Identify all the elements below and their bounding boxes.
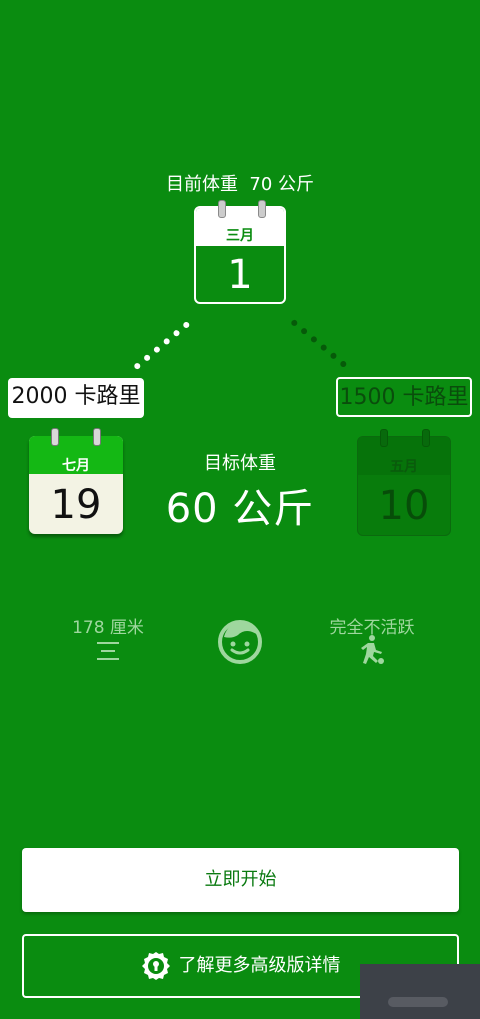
start-now-button[interactable]: 立即开始 xyxy=(22,848,459,912)
premium-details-label: 了解更多高级版详情 xyxy=(178,955,341,976)
calendar-ring-icon xyxy=(93,428,101,446)
calendar-ring-icon xyxy=(218,200,226,218)
keyhole-badge-icon xyxy=(141,952,170,980)
alternative-date-calendar[interactable]: 五月 10 xyxy=(357,429,451,536)
current-weight-caption: 目前体重 xyxy=(165,174,238,195)
face-icon[interactable] xyxy=(216,617,264,665)
target-weight-label: 目标体重 xyxy=(204,453,276,474)
current-date-calendar[interactable]: 三月 1 xyxy=(194,200,286,304)
connector-left xyxy=(133,320,191,371)
calendar-day: 19 xyxy=(50,482,102,528)
ruler-icon xyxy=(95,640,121,662)
calendar-ring-icon xyxy=(51,428,59,446)
target-weight-value: 60 公斤 xyxy=(165,486,315,532)
calendar-day: 1 xyxy=(227,252,253,298)
calendar-month: 七月 xyxy=(62,458,90,474)
calendar-day: 10 xyxy=(378,483,430,529)
calendar-ring-icon xyxy=(258,200,266,218)
connector-right xyxy=(290,318,348,369)
current-weight-value: 70 公斤 xyxy=(249,174,315,195)
corner-overlay xyxy=(360,964,480,1019)
calendar-ring-icon xyxy=(422,429,430,447)
running-icon xyxy=(361,635,384,664)
current-weight-label: 目前体重 70 公斤 xyxy=(0,170,480,196)
calendar-ring-icon xyxy=(380,429,388,447)
target-date-calendar[interactable]: 七月 19 xyxy=(29,428,123,534)
calendar-month: 三月 xyxy=(226,228,254,244)
calorie-plan-alternative[interactable]: 1500 卡路里 xyxy=(336,377,472,417)
calorie-plan-selected[interactable]: 2000 卡路里 xyxy=(8,378,144,418)
calendar-month: 五月 xyxy=(390,459,418,475)
height-value: 178 厘米 xyxy=(72,618,144,638)
